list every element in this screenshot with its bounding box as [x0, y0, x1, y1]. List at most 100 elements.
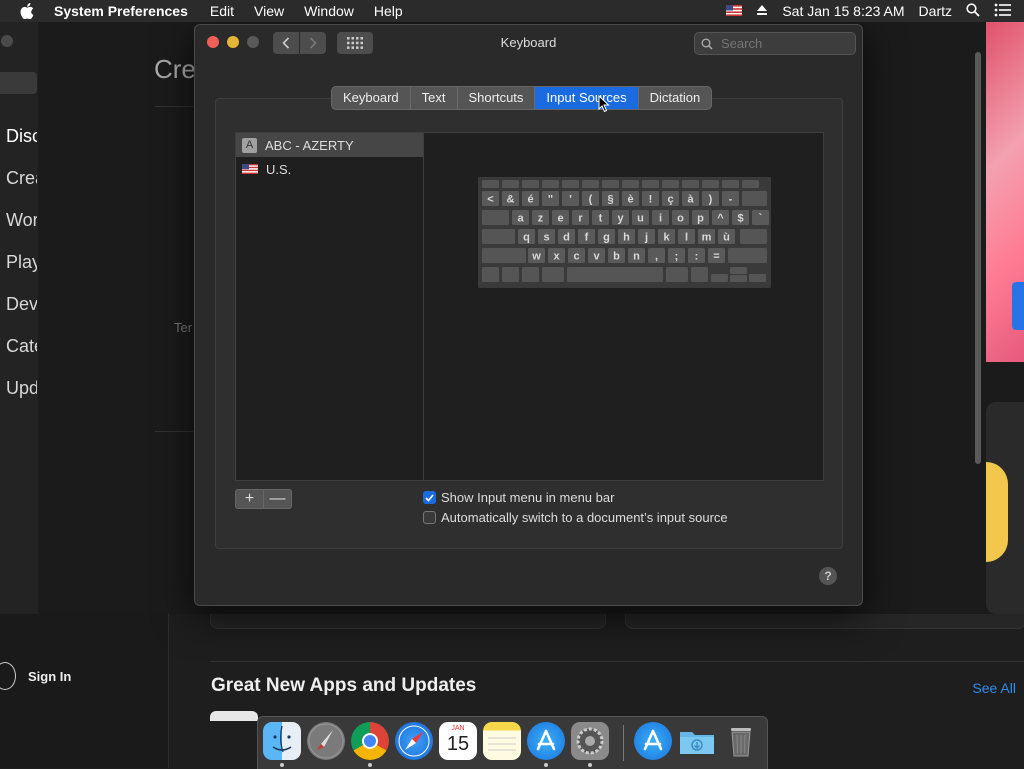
spotlight-icon[interactable] [966, 2, 980, 20]
sidebar-item-work[interactable]: Wor [6, 210, 37, 231]
system-preferences-icon[interactable] [571, 722, 609, 760]
key-label: é [527, 194, 533, 206]
key-label: v [593, 251, 600, 263]
key-label: m [702, 232, 712, 244]
key-label: r [578, 213, 583, 225]
sidebar-item-updates[interactable]: Upd [6, 378, 37, 399]
key-label: ' [569, 194, 572, 206]
menu-bar: System Preferences Edit View Window Help… [0, 0, 1024, 22]
show-input-menu-row[interactable]: Show Input menu in menu bar [423, 490, 614, 505]
input-sources-list[interactable]: A ABC - AZERTY U.S. [235, 132, 424, 481]
search-icon [701, 38, 713, 50]
featured-button[interactable] [1012, 282, 1024, 330]
arrow-left-key [711, 274, 728, 282]
sign-in-button[interactable]: Sign In [0, 662, 71, 690]
key-label: , [655, 251, 658, 263]
menu-view[interactable]: View [254, 3, 284, 19]
key-label: o [677, 213, 684, 225]
calendar-day: 15 [446, 733, 470, 755]
checkmark-icon [425, 493, 434, 502]
app-card[interactable] [625, 614, 1024, 629]
sidebar-item-play[interactable]: Play [6, 252, 37, 273]
remove-input-source-button[interactable]: — [264, 489, 292, 509]
key-label: " [548, 194, 553, 206]
app-card[interactable] [210, 614, 606, 629]
key-label: t [599, 213, 603, 225]
menu-clock[interactable]: Sat Jan 15 8:23 AM [782, 3, 904, 19]
search-field[interactable] [694, 32, 856, 55]
key-label: f [585, 232, 589, 244]
launchpad-icon[interactable] [307, 722, 345, 760]
tab-bar: Keyboard Text Shortcuts Input Sources Di… [331, 86, 713, 110]
notification-center-icon[interactable] [994, 3, 1012, 20]
key-label: : [695, 251, 699, 263]
featured-character-art [986, 462, 1008, 562]
menu-user[interactable]: Dartz [919, 3, 952, 19]
arrow-down-key [730, 275, 747, 282]
eject-icon[interactable] [756, 3, 768, 19]
featured-art-strip [986, 22, 1024, 614]
notes-icon[interactable] [483, 722, 521, 760]
chrome-icon[interactable] [351, 722, 389, 760]
caps-key [482, 229, 515, 244]
dock-separator [623, 725, 624, 761]
add-input-source-button[interactable]: + [235, 489, 264, 509]
running-indicator [544, 763, 548, 767]
key-label: b [613, 251, 620, 263]
sidebar-item-create[interactable]: Crea [6, 168, 37, 189]
see-all-link[interactable]: See All [972, 680, 1016, 696]
safari-icon[interactable] [395, 722, 433, 760]
scrollbar-thumb[interactable] [975, 52, 981, 464]
sidebar-item-categories[interactable]: Cate [6, 336, 37, 357]
menu-window[interactable]: Window [304, 3, 354, 19]
calendar-icon[interactable]: JAN 15 [439, 722, 477, 760]
app-store-search-field[interactable] [0, 72, 37, 94]
help-button[interactable]: ? [819, 567, 837, 585]
app-store-icon[interactable] [527, 722, 565, 760]
option-key-right [691, 267, 708, 282]
app-store-sidebar: Disc Crea Wor Play Dev Cate Upd [0, 22, 38, 614]
auto-switch-label: Automatically switch to a document’s inp… [441, 510, 728, 525]
delete-key [742, 191, 767, 206]
divider [155, 106, 193, 107]
calendar-month: JAN [451, 725, 465, 732]
key-label: e [557, 213, 563, 225]
key-label: = [713, 251, 719, 263]
tab-input-sources[interactable]: Input Sources [535, 87, 639, 109]
menu-app-name[interactable]: System Preferences [54, 3, 188, 19]
show-input-menu-checkbox[interactable] [423, 491, 436, 504]
key-label: ( [589, 194, 593, 206]
sidebar-item-develop[interactable]: Dev [6, 294, 37, 315]
list-item-us[interactable]: U.S. [236, 157, 424, 181]
apple-menu-icon[interactable] [20, 3, 36, 19]
finder-icon[interactable] [263, 722, 301, 760]
tab-text[interactable]: Text [411, 87, 458, 109]
sidebar-item-discover[interactable]: Disc [6, 126, 37, 147]
key-label: ù [723, 232, 730, 244]
menu-help[interactable]: Help [374, 3, 403, 19]
list-item-abc-azerty[interactable]: A ABC - AZERTY [236, 133, 424, 157]
window-close-dot[interactable] [1, 35, 13, 47]
app-icon-partial[interactable] [210, 711, 258, 721]
shift-key-right [728, 248, 767, 263]
running-indicator [588, 763, 592, 767]
tab-shortcuts[interactable]: Shortcuts [458, 87, 536, 109]
command-key-right [666, 267, 688, 282]
function-key [742, 180, 759, 188]
app-store-download-icon[interactable] [634, 722, 672, 760]
space-key [567, 267, 663, 282]
search-input[interactable] [719, 35, 853, 52]
tab-keyboard[interactable]: Keyboard [332, 87, 411, 109]
section-title: Great New Apps and Updates [211, 675, 477, 696]
tab-dictation[interactable]: Dictation [639, 87, 712, 109]
trash-icon[interactable] [722, 722, 760, 760]
auto-switch-row[interactable]: Automatically switch to a document’s inp… [423, 510, 728, 525]
input-menu-flag-icon[interactable] [726, 3, 743, 19]
downloads-folder-icon[interactable] [678, 722, 716, 760]
function-key [622, 180, 639, 188]
auto-switch-checkbox[interactable] [423, 511, 436, 524]
key-label: q [523, 232, 530, 244]
input-sources-panel: A ABC - AZERTY U.S. < & é " ' (§ è! ç à) - a z e r t y u… [215, 98, 843, 549]
input-source-label: U.S. [266, 161, 292, 177]
menu-edit[interactable]: Edit [210, 3, 234, 19]
